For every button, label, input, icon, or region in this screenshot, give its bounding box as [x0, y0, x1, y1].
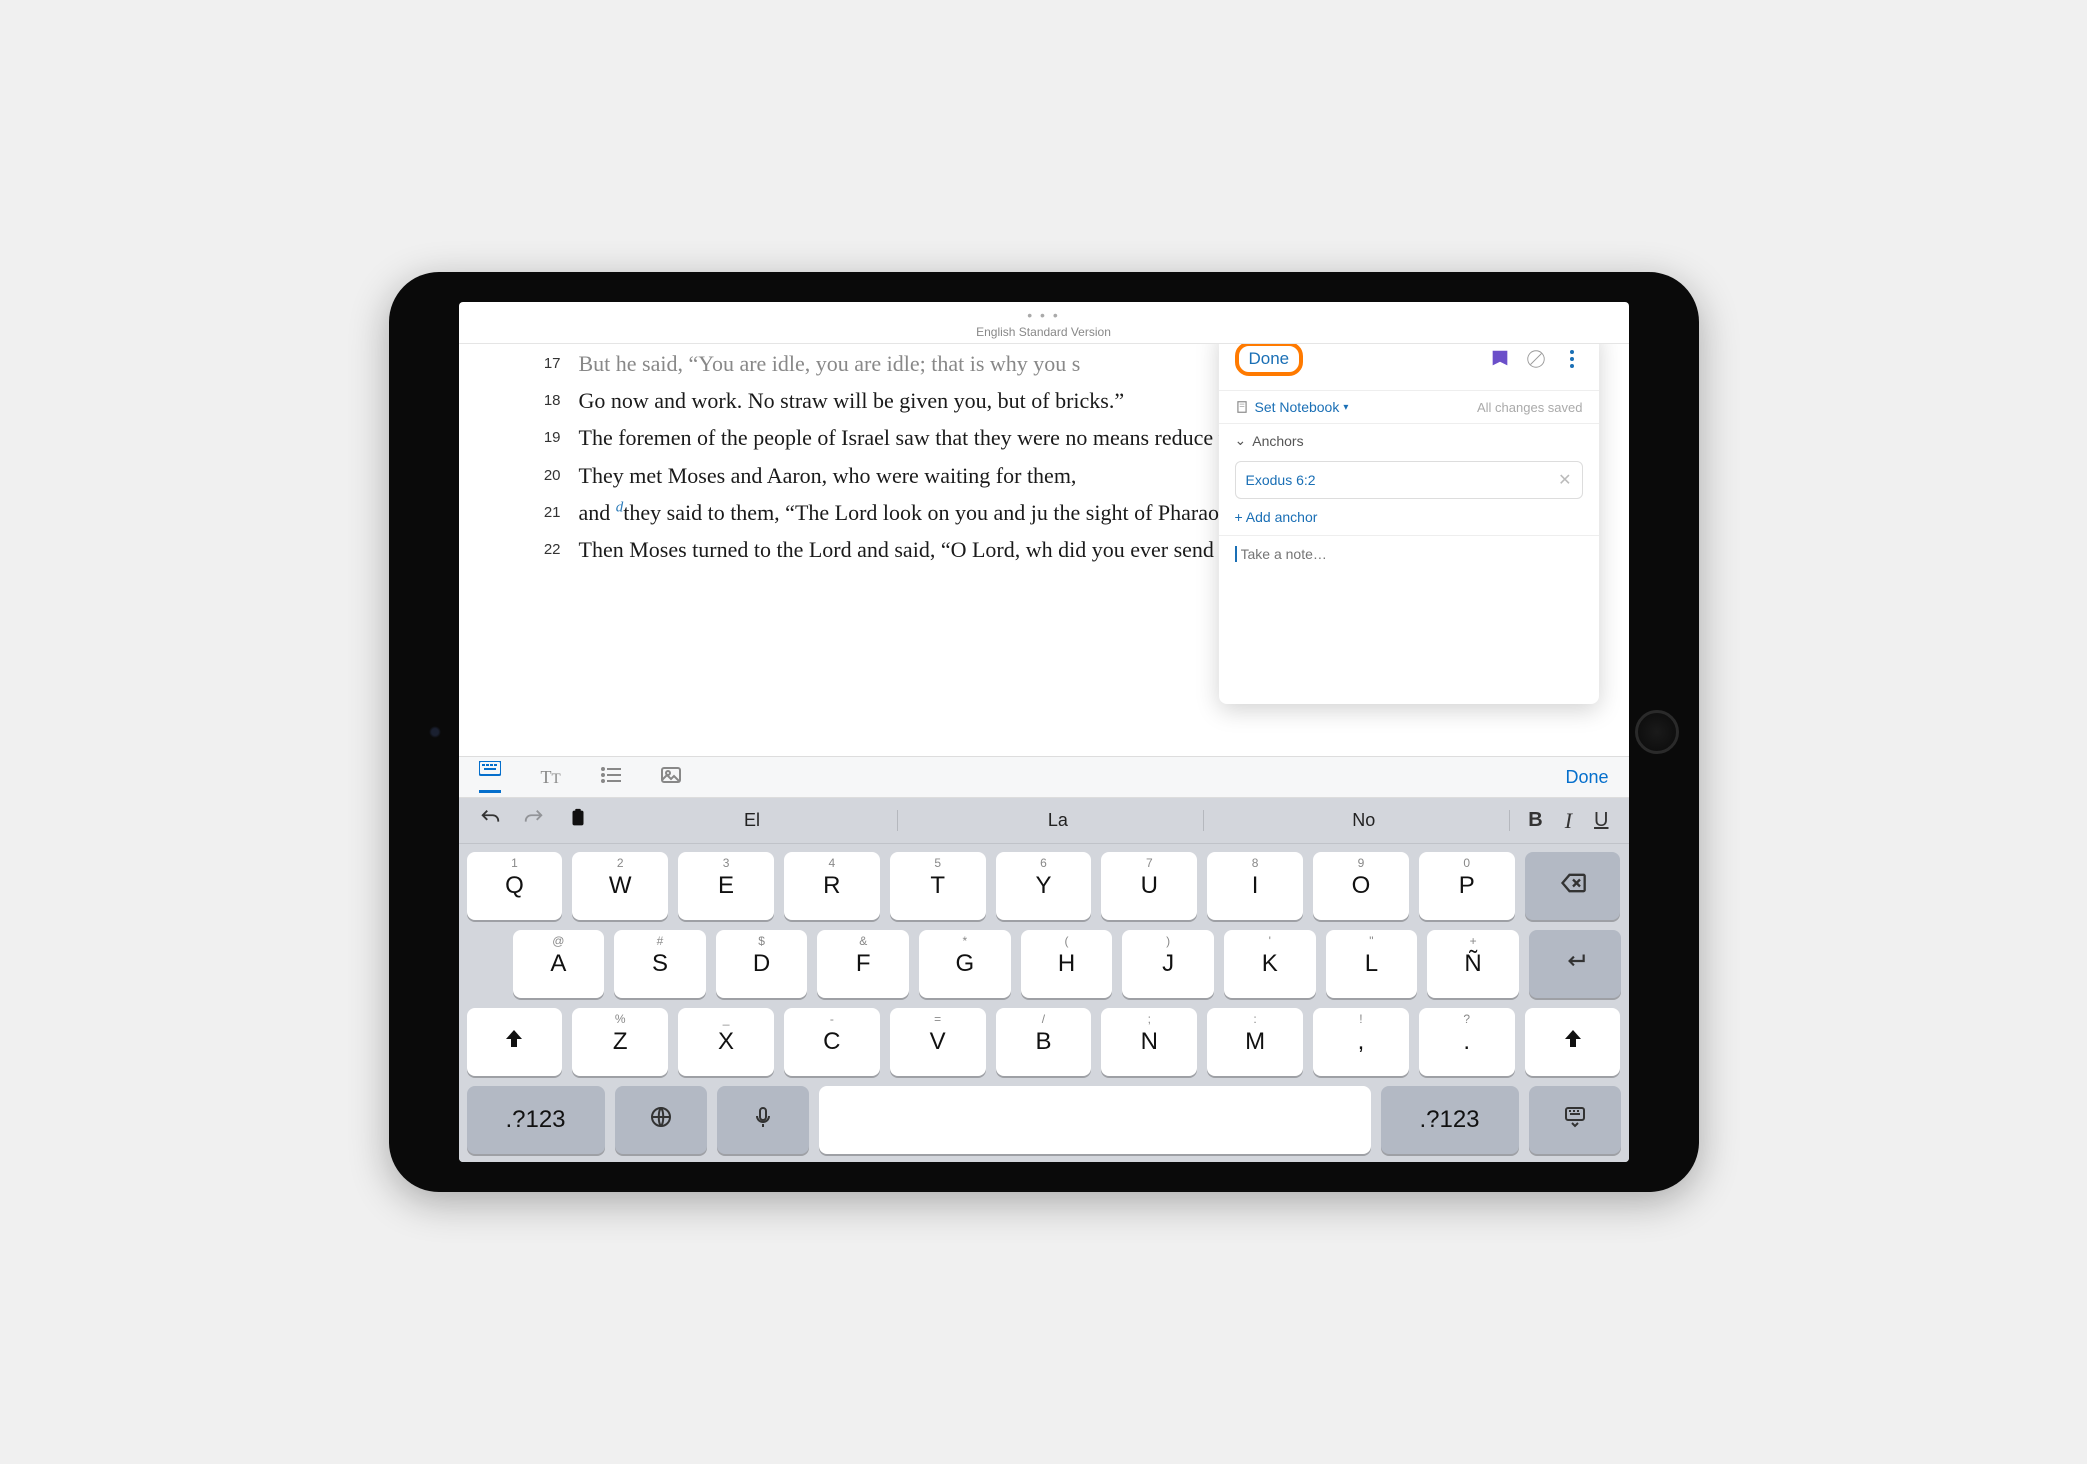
note-done-button[interactable]: Done [1235, 344, 1304, 376]
key-U[interactable]: 7U [1101, 852, 1197, 920]
home-button[interactable] [1635, 710, 1679, 754]
image-icon[interactable] [661, 767, 681, 788]
italic-button[interactable]: I [1561, 804, 1576, 838]
anchor-reference: Exodus 6:2 [1246, 472, 1316, 488]
more-options-icon[interactable] [1561, 348, 1583, 370]
key-T[interactable]: 5T [890, 852, 986, 920]
key-.[interactable]: ?. [1419, 1008, 1515, 1076]
enter-key[interactable] [1529, 930, 1621, 998]
verse-number: 21 [539, 495, 579, 530]
notebook-icon [1235, 400, 1249, 414]
ipad-camera [429, 726, 441, 738]
key-D[interactable]: $D [716, 930, 808, 998]
key-J[interactable]: )J [1122, 930, 1214, 998]
anchors-section-header[interactable]: ⌄ Anchors [1219, 423, 1599, 457]
key-C[interactable]: -C [784, 1008, 880, 1076]
key-Y[interactable]: 6Y [996, 852, 1092, 920]
key-Ñ[interactable]: +Ñ [1427, 930, 1519, 998]
verse-number: 19 [539, 420, 579, 455]
key-O[interactable]: 9O [1313, 852, 1409, 920]
underline-button[interactable]: U [1590, 805, 1612, 836]
suggestion-2[interactable]: La [912, 810, 1204, 831]
key-I[interactable]: 8I [1207, 852, 1303, 920]
key-B[interactable]: /B [996, 1008, 1092, 1076]
note-text-input[interactable] [1235, 546, 1583, 562]
key-S[interactable]: #S [614, 930, 706, 998]
suggestion-1[interactable]: El [607, 810, 899, 831]
chevron-down-icon: ⌄ [1235, 432, 1247, 449]
screen: • • • English Standard Version 17But he … [459, 302, 1629, 1162]
shift-key-left[interactable] [467, 1008, 563, 1076]
undo-icon[interactable] [475, 803, 505, 839]
key-Q[interactable]: 1Q [467, 852, 563, 920]
key-N[interactable]: ;N [1101, 1008, 1197, 1076]
keyboard-tab-icon[interactable] [479, 761, 501, 793]
globe-key[interactable] [615, 1086, 707, 1154]
key-M[interactable]: :M [1207, 1008, 1303, 1076]
key-,[interactable]: !, [1313, 1008, 1409, 1076]
note-tag-icon[interactable] [1489, 348, 1511, 370]
verse-number: 22 [539, 532, 579, 567]
note-body [1219, 535, 1599, 704]
note-panel: Done Set Notebook▾ All changes saved ⌄ A… [1219, 344, 1599, 704]
key-W[interactable]: 2W [572, 852, 668, 920]
cancel-icon[interactable] [1525, 348, 1547, 370]
onscreen-keyboard: 1Q2W3E4R5T6Y7U8I9O0P @A#S$D&F*G(H)J'K"L+… [459, 844, 1629, 1162]
backspace-key[interactable] [1525, 852, 1621, 920]
shift-key-right[interactable] [1525, 1008, 1621, 1076]
set-notebook-button[interactable]: Set Notebook▾ [1255, 399, 1349, 415]
space-key[interactable] [819, 1086, 1371, 1154]
keyboard-done-button[interactable]: Done [1565, 767, 1608, 788]
keyboard-format-bar: El La No B I U [459, 798, 1629, 844]
verse-number: 18 [539, 383, 579, 418]
bible-version-label: English Standard Version [459, 325, 1629, 344]
key-V[interactable]: =V [890, 1008, 986, 1076]
key-K[interactable]: 'K [1224, 930, 1316, 998]
mic-key[interactable] [717, 1086, 809, 1154]
verse-number: 20 [539, 458, 579, 493]
key-Z[interactable]: %Z [572, 1008, 668, 1076]
content-area: 17But he said, “You are idle, you are id… [459, 344, 1629, 756]
chevron-down-icon: ▾ [1343, 402, 1348, 413]
key-H[interactable]: (H [1021, 930, 1113, 998]
numbers-key-left[interactable]: .?123 [467, 1086, 605, 1154]
redo-icon[interactable] [519, 803, 549, 839]
key-E[interactable]: 3E [678, 852, 774, 920]
suggestion-3[interactable]: No [1218, 810, 1510, 831]
remove-anchor-icon[interactable]: ✕ [1558, 470, 1571, 490]
key-X[interactable]: _X [678, 1008, 774, 1076]
key-P[interactable]: 0P [1419, 852, 1515, 920]
keyboard-toolbar: TT Done [459, 756, 1629, 798]
key-A[interactable]: @A [513, 930, 605, 998]
ipad-frame: • • • English Standard Version 17But he … [389, 272, 1699, 1192]
verse-number: 17 [539, 346, 579, 381]
bold-button[interactable]: B [1524, 805, 1546, 836]
key-L[interactable]: "L [1326, 930, 1418, 998]
key-F[interactable]: &F [817, 930, 909, 998]
numbers-key-right[interactable]: .?123 [1381, 1086, 1519, 1154]
note-panel-header: Done [1219, 344, 1599, 390]
add-anchor-button[interactable]: + Add anchor [1219, 503, 1599, 535]
anchor-item[interactable]: Exodus 6:2 ✕ [1235, 461, 1583, 499]
save-status: All changes saved [1477, 400, 1583, 415]
text-style-icon[interactable]: TT [541, 767, 561, 788]
clipboard-icon[interactable] [563, 803, 593, 839]
notebook-row: Set Notebook▾ All changes saved [1219, 390, 1599, 423]
dismiss-keyboard-key[interactable] [1529, 1086, 1621, 1154]
list-icon[interactable] [601, 767, 621, 788]
key-G[interactable]: *G [919, 930, 1011, 998]
key-R[interactable]: 4R [784, 852, 880, 920]
status-dots: • • • [459, 302, 1629, 325]
